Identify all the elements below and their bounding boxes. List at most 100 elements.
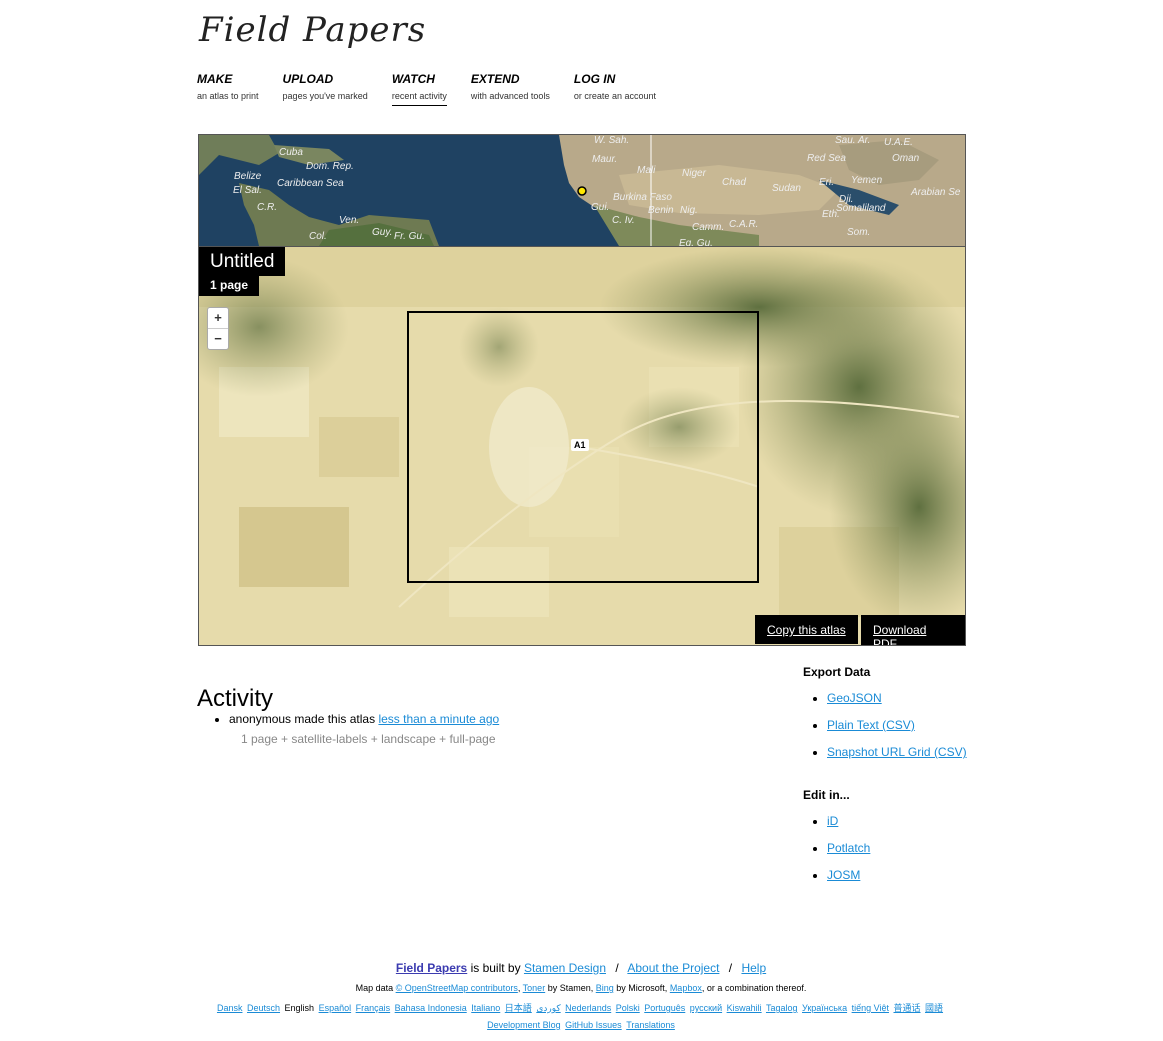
josm-link[interactable]: JOSM: [827, 868, 860, 882]
development-blog-link[interactable]: Development Blog: [487, 1020, 561, 1030]
id-editor-link[interactable]: iD: [827, 814, 838, 828]
copy-atlas-button[interactable]: Copy this atlas: [755, 615, 858, 644]
overview-label: Burkina Faso: [613, 192, 672, 203]
language-link[interactable]: tiếng Việt: [852, 1003, 889, 1013]
edit-in-heading: Edit in...: [803, 788, 850, 802]
overview-label: Belize: [234, 171, 262, 182]
language-link[interactable]: 國語: [925, 1003, 943, 1013]
nav-extend-title: EXTEND: [470, 72, 520, 86]
current-language: English: [284, 1003, 315, 1013]
nav-make[interactable]: MAKE an atlas to print: [197, 72, 259, 106]
combination-text: , or a combination thereof.: [701, 983, 807, 993]
overview-label: Red Sea: [807, 153, 846, 164]
nav-login-title: LOG IN: [573, 72, 616, 86]
export-data-heading: Export Data: [803, 665, 871, 679]
footer-built-by-text: is built by: [470, 961, 521, 975]
overview-label: Maur.: [592, 154, 617, 165]
download-pdf-button[interactable]: Download PDF: [861, 615, 965, 645]
edit-links: iD Potlatch JOSM: [803, 814, 967, 883]
language-link[interactable]: Español: [319, 1003, 352, 1013]
language-link[interactable]: Kiswahili: [727, 1003, 762, 1013]
overview-label: C.R.: [257, 202, 277, 213]
field-papers-logo[interactable]: Field Papers: [199, 10, 426, 50]
footer-separator: /: [615, 961, 619, 975]
nav-extend[interactable]: EXTEND with advanced tools: [471, 72, 550, 106]
language-link[interactable]: Polski: [616, 1003, 640, 1013]
overview-label: Mali: [637, 165, 656, 176]
zoom-in-button[interactable]: +: [208, 308, 228, 328]
nav-login-subtitle: or create an account: [573, 91, 656, 101]
export-links: GeoJSON Plain Text (CSV) Snapshot URL Gr…: [803, 691, 967, 760]
atlas-map[interactable]: Untitled 1 page + − A1 Copy this atlas D…: [198, 246, 966, 646]
mapbox-link[interactable]: Mapbox: [670, 983, 702, 993]
zoom-control: + −: [207, 307, 229, 350]
overview-label: W. Sah.: [594, 135, 629, 146]
export-link-item: Snapshot URL Grid (CSV): [827, 745, 967, 760]
overview-label: Niger: [682, 168, 707, 179]
language-link[interactable]: Nederlands: [565, 1003, 611, 1013]
language-list: Dansk Deutsch English Español Français B…: [197, 1001, 965, 1014]
language-link[interactable]: Português: [644, 1003, 685, 1013]
overview-label: Cuba: [279, 147, 303, 158]
overview-label: Ven.: [339, 215, 359, 226]
edit-link-item: JOSM: [827, 868, 967, 883]
export-link-item: GeoJSON: [827, 691, 967, 706]
language-link[interactable]: русский: [690, 1003, 722, 1013]
github-issues-link[interactable]: GitHub Issues: [565, 1020, 622, 1030]
overview-label: Sau. Ar.: [835, 135, 870, 146]
footer-separator: /: [728, 961, 733, 975]
nav-login[interactable]: LOG IN or create an account: [574, 72, 656, 106]
nav-upload[interactable]: UPLOAD pages you've marked: [283, 72, 368, 106]
overview-label: Sudan: [772, 183, 801, 194]
by-stamen-text: by Stamen,: [547, 983, 594, 993]
help-link[interactable]: Help: [741, 961, 766, 975]
translations-link[interactable]: Translations: [626, 1020, 675, 1030]
overview-label: Nig.: [680, 205, 698, 216]
nav-make-subtitle: an atlas to print: [197, 91, 259, 101]
overview-label: Caribbean Sea: [277, 178, 344, 189]
language-link[interactable]: کوردی: [536, 1003, 560, 1013]
activity-detail: 1 page + satellite-labels + landscape + …: [241, 732, 496, 746]
potlatch-link[interactable]: Potlatch: [827, 841, 870, 855]
nav-make-title: MAKE: [197, 72, 233, 86]
edit-link-item: iD: [827, 814, 967, 829]
footer-dev-links: Development Blog GitHub Issues Translati…: [197, 1020, 965, 1030]
nav-watch-subtitle: recent activity: [391, 91, 447, 101]
stamen-design-link[interactable]: Stamen Design: [524, 961, 606, 975]
language-link[interactable]: Italiano: [471, 1003, 500, 1013]
language-link[interactable]: Français: [356, 1003, 391, 1013]
overview-map-canvas: W. Sah. Cuba Dom. Rep. Belize Caribbean …: [199, 135, 965, 246]
language-link[interactable]: 日本語: [505, 1003, 532, 1013]
activity-time-link[interactable]: less than a minute ago: [378, 712, 499, 726]
overview-label: Som.: [847, 227, 870, 238]
overview-label: Arabian Se: [910, 187, 961, 198]
toner-link[interactable]: Toner: [523, 983, 546, 993]
atlas-title: Untitled: [199, 247, 286, 276]
language-link[interactable]: Deutsch: [247, 1003, 280, 1013]
nav-watch[interactable]: WATCH recent activity: [391, 72, 447, 106]
bing-link[interactable]: Bing: [596, 983, 614, 993]
language-link[interactable]: Dansk: [217, 1003, 243, 1013]
language-link[interactable]: Bahasa Indonesia: [395, 1003, 467, 1013]
activity-list: anonymous made this atlas less than a mi…: [213, 712, 499, 746]
about-project-link[interactable]: About the Project: [627, 961, 719, 975]
activity-text: anonymous made this atlas: [229, 712, 376, 726]
plain-text-csv-link[interactable]: Plain Text (CSV): [827, 718, 915, 732]
overview-label: Eri.: [819, 177, 834, 188]
language-link[interactable]: Українська: [802, 1003, 847, 1013]
overview-label: Chad: [722, 177, 746, 188]
overview-label: Camm.: [692, 222, 724, 233]
snapshot-url-grid-link[interactable]: Snapshot URL Grid (CSV): [827, 745, 967, 759]
edit-link-item: Potlatch: [827, 841, 967, 856]
sidebar: Export Data GeoJSON Plain Text (CSV) Sna…: [803, 665, 967, 911]
zoom-out-button[interactable]: −: [208, 328, 228, 349]
export-link-item: Plain Text (CSV): [827, 718, 967, 733]
footer-brand-link[interactable]: Field Papers: [396, 961, 467, 975]
atlas-page-label: A1: [571, 439, 589, 451]
overview-map[interactable]: W. Sah. Cuba Dom. Rep. Belize Caribbean …: [198, 134, 966, 247]
osm-link[interactable]: © OpenStreetMap contributors: [396, 983, 518, 993]
language-link[interactable]: 普通话: [893, 1003, 920, 1013]
language-link[interactable]: Tagalog: [766, 1003, 798, 1013]
geojson-link[interactable]: GeoJSON: [827, 691, 882, 705]
overview-label: Gui.: [591, 202, 609, 213]
